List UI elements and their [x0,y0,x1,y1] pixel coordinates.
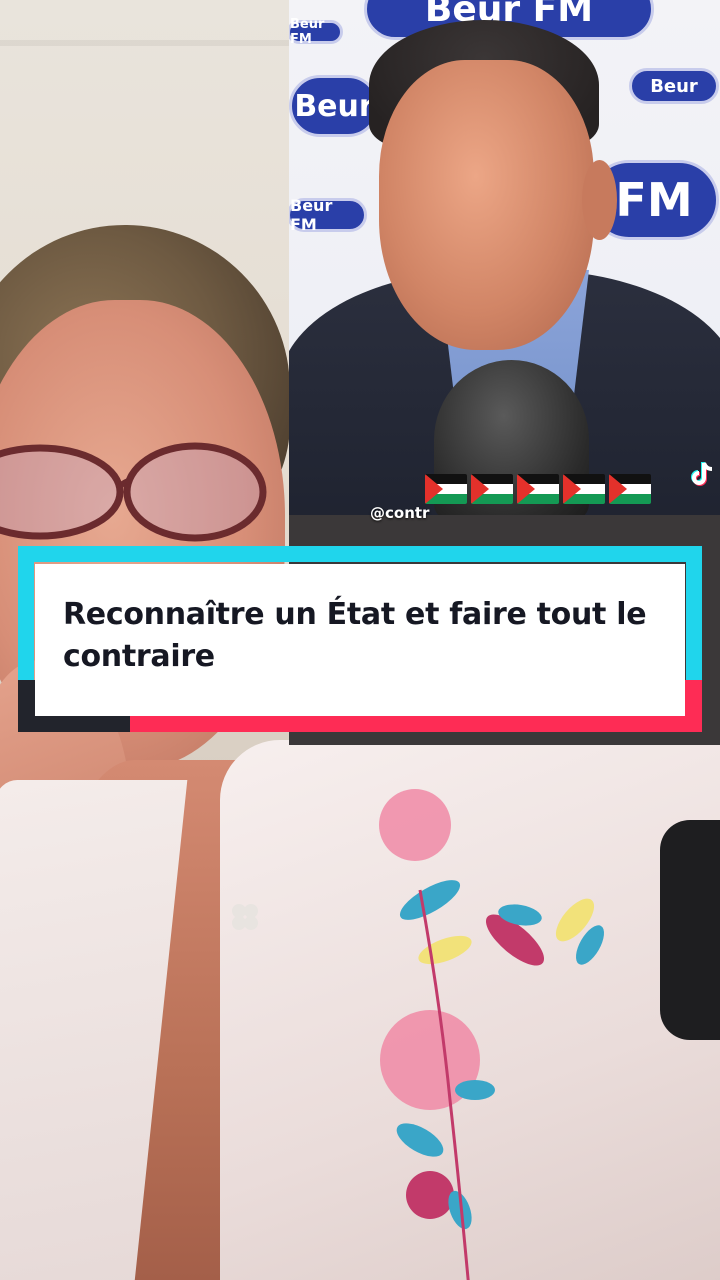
wall [0,40,290,46]
chair [660,820,720,1040]
banner-label: Beur FM [290,17,325,47]
palestine-flag-icon [471,474,513,504]
banner-label: Beur FM [290,196,333,234]
palestine-flag-icon [425,474,467,504]
man-face [379,60,594,350]
banner-label: Beur [650,75,698,97]
caption-accent-cyan [18,546,34,686]
palestine-flag-icon [517,474,559,504]
beurfm-banner: Beur FM [289,17,343,47]
palestine-flag-icon [563,474,605,504]
beurfm-banner: Beur [629,68,719,104]
caption-text: Reconnaître un État et faire tout le con… [63,597,647,674]
banner-label: FM [615,173,693,227]
beurfm-banner: Beur [289,75,379,137]
banner-label: Beur [294,88,374,124]
caption-card: Reconnaître un État et faire tout le con… [18,546,702,732]
clover-pendant-icon [232,904,258,930]
palestine-flag-icon [609,474,651,504]
man-ear [582,160,617,240]
flags-row [425,474,651,504]
duet-inset-video[interactable]: Beur FM Beur FM Beur Beur FM FM Beur [289,0,720,515]
floral-pattern [379,789,604,1280]
glasses-icon [0,442,267,542]
caption-accent-cyan [18,546,702,562]
caption-accent-cyan [686,546,702,680]
watermark-handle: @contr [370,504,430,522]
caption-accent-red [686,680,702,732]
caption-box: Reconnaître un État et faire tout le con… [35,564,685,716]
robe-right [220,740,720,1280]
tiktok-logo-icon [691,462,713,486]
beurfm-banner: Beur FM [289,196,367,234]
